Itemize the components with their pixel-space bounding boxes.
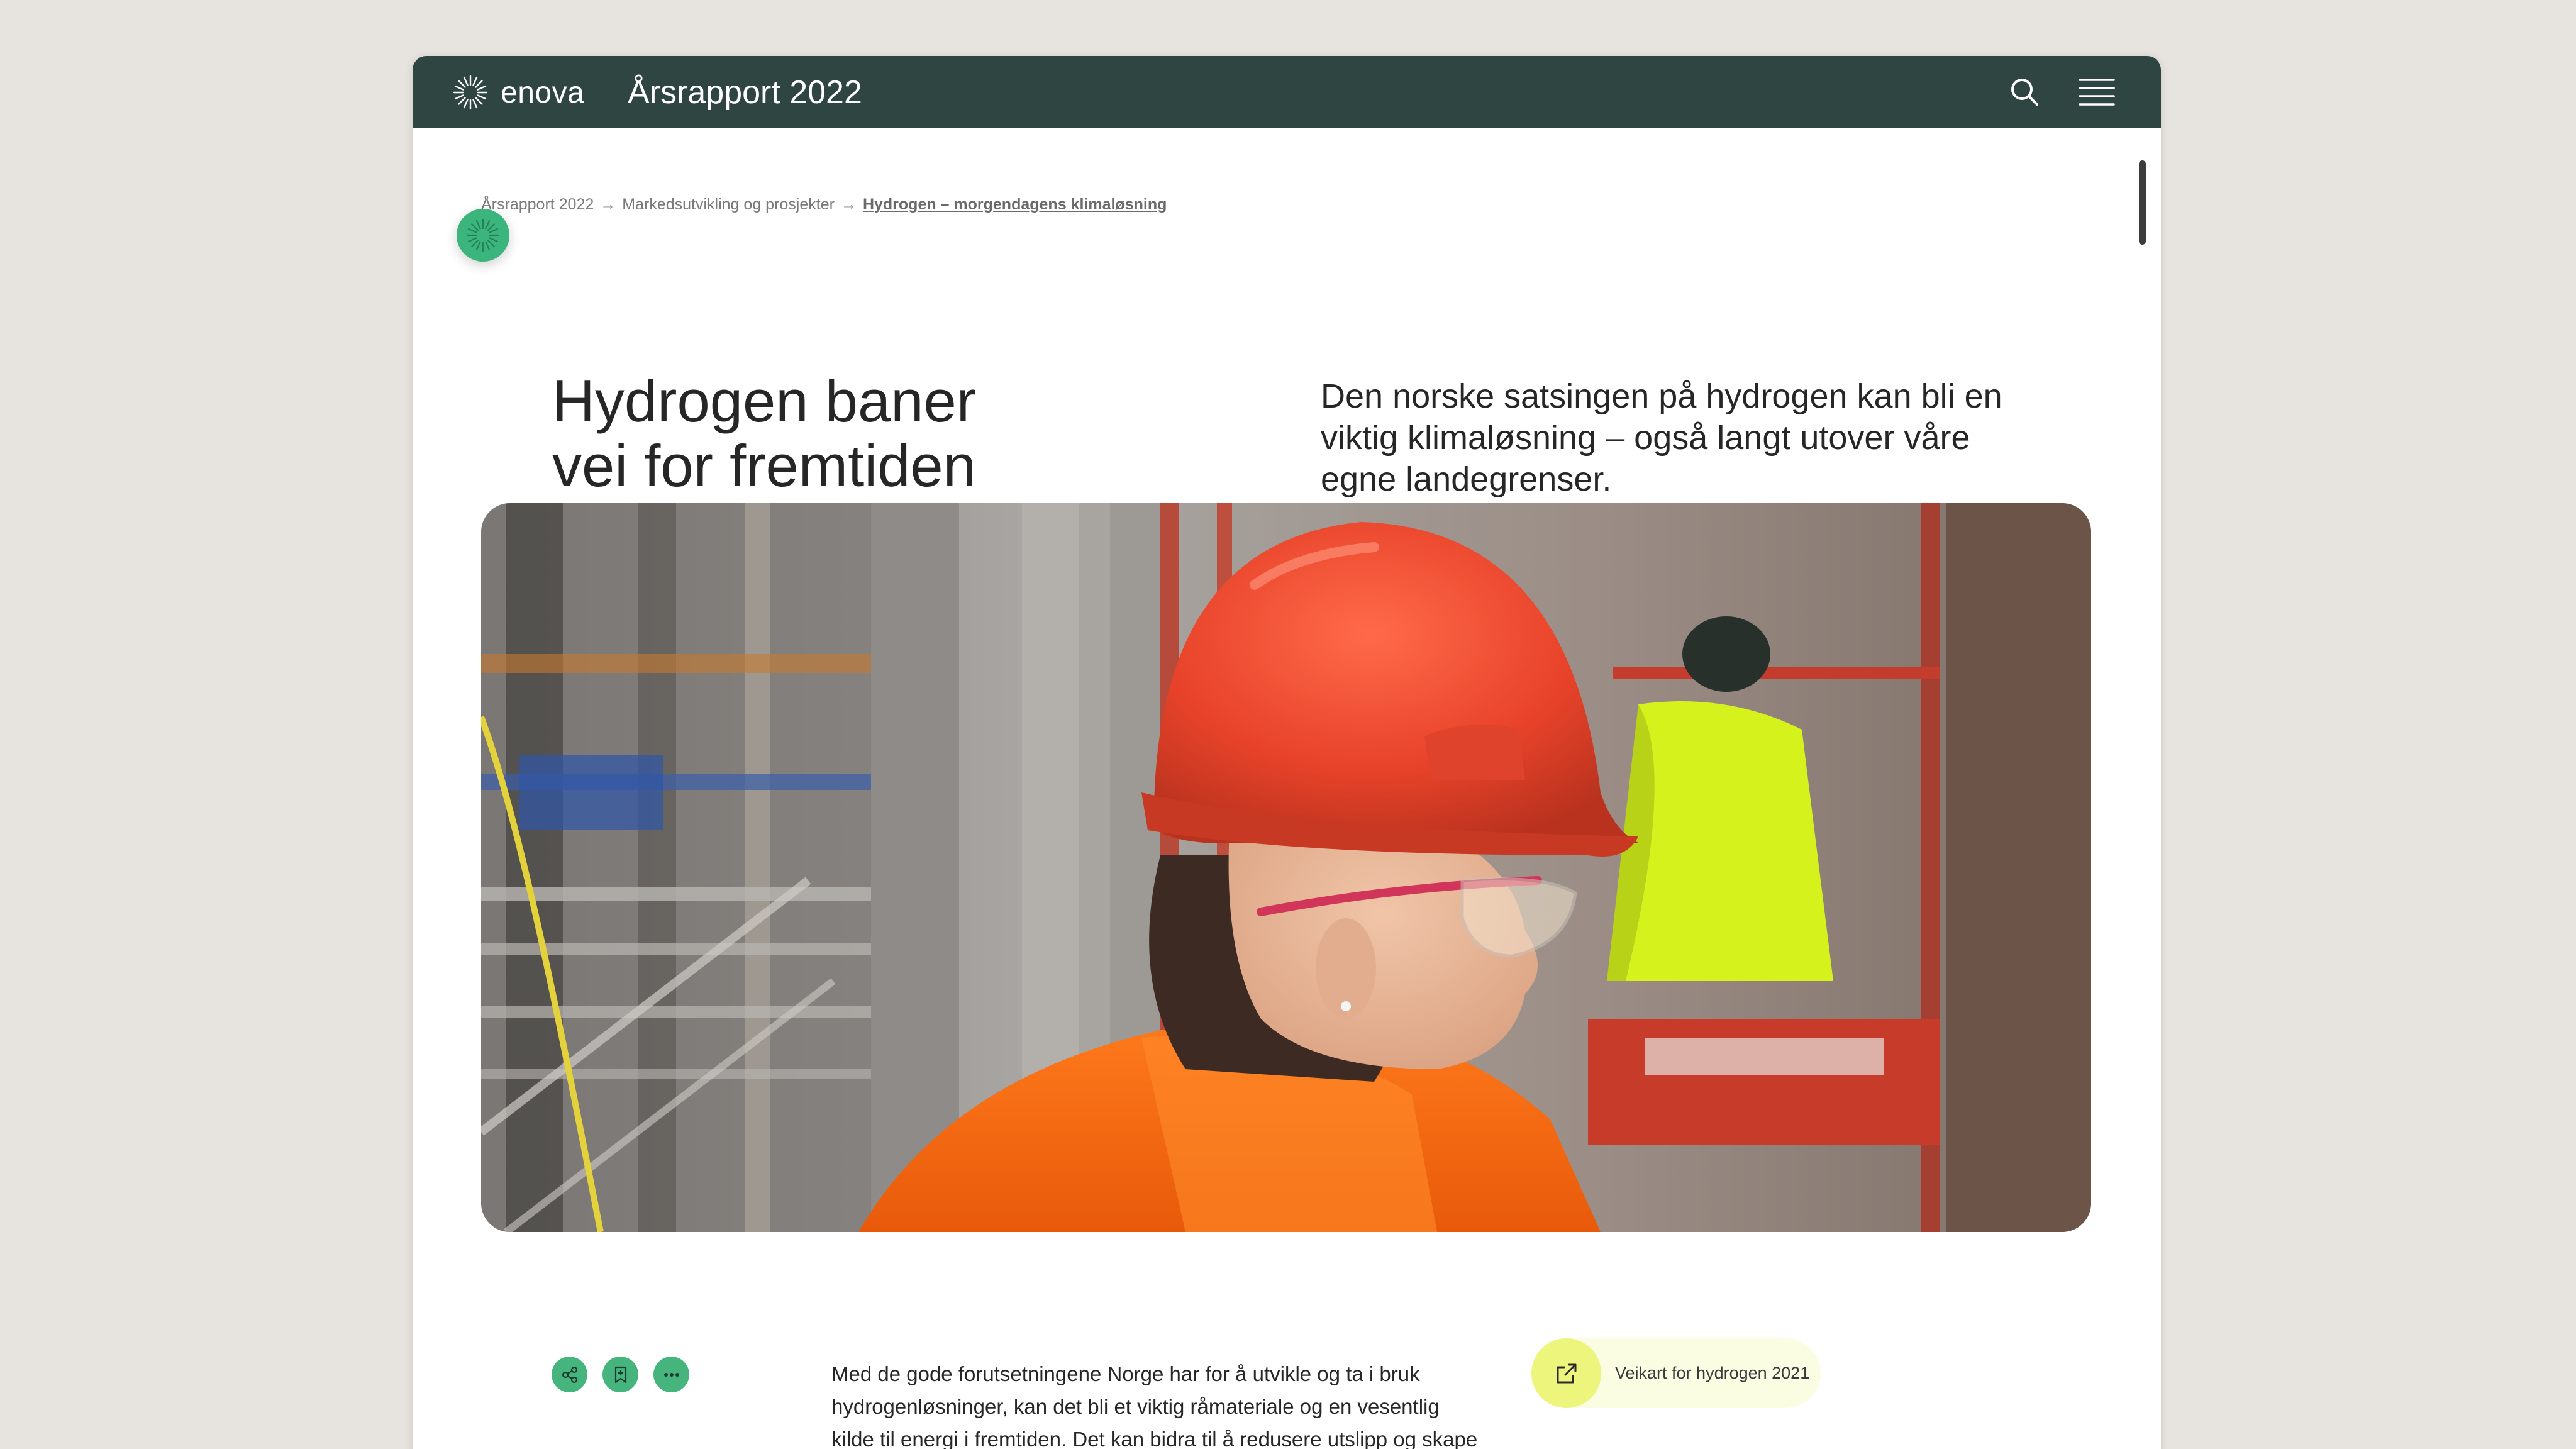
page-title-line-1: Hydrogen baner	[552, 368, 977, 434]
scrollbar-thumb[interactable]	[2139, 160, 2146, 245]
bookmark-icon	[614, 1366, 626, 1383]
search-button[interactable]	[2006, 73, 2043, 111]
hero-image	[481, 503, 2091, 1232]
article-actions	[552, 1357, 704, 1392]
related-link-icon-wrap	[1531, 1338, 1601, 1408]
page-title-line-2: vei for fremtiden	[552, 433, 976, 499]
breadcrumb-item-current[interactable]: Hydrogen – morgendagens klimaløsning	[863, 196, 1167, 214]
search-icon	[2011, 79, 2038, 106]
menu-button[interactable]	[2077, 73, 2117, 111]
breadcrumb-separator: →	[840, 196, 857, 213]
more-icon	[663, 1372, 679, 1377]
enova-logo[interactable]: enova	[450, 72, 584, 113]
breadcrumb-separator: →	[600, 196, 616, 213]
breadcrumb: Årsrapport 2022 → Markedsutvikling og pr…	[481, 196, 1167, 214]
related-link-veikart[interactable]: Veikart for hydrogen 2021	[1531, 1338, 1821, 1408]
page-title: Hydrogen baner vei for fremtiden	[552, 369, 1118, 498]
article-body: Med de gode forutsetningene Norge har fo…	[831, 1362, 1478, 1449]
top-bar: enova Årsrapport 2022	[413, 56, 2161, 128]
enova-sunburst-icon	[453, 75, 488, 110]
external-link-icon	[1557, 1363, 1576, 1383]
more-options-button[interactable]	[653, 1357, 689, 1392]
hero-photo	[481, 503, 2091, 1232]
bookmark-button[interactable]	[602, 1357, 638, 1392]
lead-paragraph: Den norske satsingen på hydrogen kan bli…	[1321, 377, 2002, 498]
section-emblem	[457, 209, 509, 262]
related-link-label: Veikart for hydrogen 2021	[1615, 1363, 1810, 1382]
share-icon	[562, 1366, 577, 1383]
report-title[interactable]: Årsrapport 2022	[628, 74, 862, 111]
share-button[interactable]	[552, 1357, 587, 1392]
logo-text: enova	[501, 75, 585, 109]
app-window: enova Årsrapport 2022 Årsrapport 2022 → …	[413, 56, 2161, 1449]
sunburst-icon	[466, 218, 500, 252]
hamburger-menu-icon	[2079, 79, 2115, 106]
breadcrumb-item-arsrapport[interactable]: Årsrapport 2022	[481, 196, 594, 214]
breadcrumb-item-markedsutvikling[interactable]: Markedsutvikling og prosjekter	[622, 196, 835, 214]
